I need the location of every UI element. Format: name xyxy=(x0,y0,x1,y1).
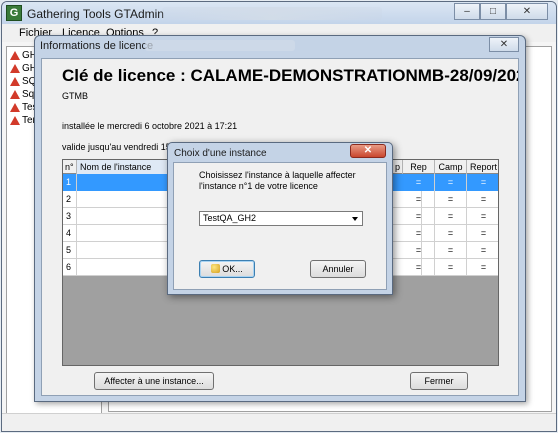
cell-number: 2 xyxy=(63,191,77,208)
col-header-rep[interactable]: Rep xyxy=(403,160,435,174)
cell-number: 3 xyxy=(63,208,77,225)
choose-message-line1: Choisissez l'instance à laquelle affecte… xyxy=(199,170,356,180)
close-button[interactable]: ✕ xyxy=(506,3,548,20)
instance-select[interactable]: TestQA_GH2 xyxy=(199,211,363,226)
cell-report: = xyxy=(480,194,487,204)
chevron-down-icon[interactable] xyxy=(352,217,358,221)
window-controls: – □ ✕ xyxy=(454,3,548,20)
col-header-camp[interactable]: Camp xyxy=(435,160,467,174)
choose-message-line2: l'instance n°1 de votre licence xyxy=(199,181,318,191)
gt-app-icon: G xyxy=(6,5,22,21)
ok-button[interactable]: OK... xyxy=(199,260,255,278)
cell-rep: = xyxy=(403,191,435,208)
warning-icon xyxy=(10,51,20,60)
cell-report: = xyxy=(480,262,487,272)
installed-date: installée le mercredi 6 octobre 2021 à 1… xyxy=(62,121,238,131)
cell-number: 4 xyxy=(63,225,77,242)
cell-camp: = xyxy=(435,259,467,276)
blurred-title-text xyxy=(145,40,295,51)
main-titlebar: G Gathering Tools GTAdmin – □ ✕ xyxy=(2,2,556,24)
assign-instance-button[interactable]: Affecter à une instance... xyxy=(94,372,214,390)
cell-number: 1 xyxy=(63,174,77,191)
col-header-instance-name[interactable]: Nom de l'instance xyxy=(77,160,177,174)
cell-rep: = xyxy=(403,259,435,276)
cell-camp: = xyxy=(435,208,467,225)
warning-icon xyxy=(10,90,20,99)
cell-rep: = xyxy=(403,208,435,225)
cell-number: 6 xyxy=(63,259,77,276)
col-header-number[interactable]: n° xyxy=(63,160,77,174)
license-dialog-title: Informations de licence xyxy=(40,40,154,52)
minimize-button[interactable]: – xyxy=(454,3,480,20)
choose-dialog-close-button[interactable]: ✕ xyxy=(350,144,386,158)
key-icon xyxy=(211,264,221,273)
cell-camp: = xyxy=(435,191,467,208)
cancel-button[interactable]: Annuler xyxy=(310,260,366,278)
maximize-button[interactable]: □ xyxy=(480,3,506,20)
tree-item[interactable]: Sql xyxy=(10,88,36,101)
license-code: GTMB xyxy=(62,91,88,101)
cell-camp: = xyxy=(435,174,467,191)
warning-icon xyxy=(10,77,20,86)
main-window-title: Gathering Tools GTAdmin xyxy=(27,7,164,21)
ok-button-label: OK... xyxy=(222,264,243,274)
license-key-heading: Clé de licence : CALAME-DEMONSTRATIONMB-… xyxy=(62,66,519,85)
cell-report: = xyxy=(467,174,498,191)
warning-icon xyxy=(10,103,20,112)
blurred-title-text xyxy=(162,7,382,20)
col-header-report[interactable]: Report xyxy=(467,160,498,174)
close-license-button[interactable]: Fermer xyxy=(410,372,468,390)
cell-number: 5 xyxy=(63,242,77,259)
license-dialog-titlebar: Informations de licence ✕ xyxy=(35,36,525,55)
cell-rep: = xyxy=(403,174,435,191)
choose-dialog-title: Choix d'une instance xyxy=(174,148,267,159)
tree-item[interactable]: Ter xyxy=(10,114,36,127)
status-bar xyxy=(2,413,556,431)
tree-item[interactable]: GH xyxy=(10,49,37,62)
cell-report: = xyxy=(480,245,487,255)
cell-report: = xyxy=(480,228,487,238)
cell-report: = xyxy=(480,211,487,221)
license-dialog-close-button[interactable]: ✕ xyxy=(489,37,519,52)
cell-camp: = xyxy=(435,242,467,259)
instance-select-value: TestQA_GH2 xyxy=(203,213,257,223)
cell-camp: = xyxy=(435,225,467,242)
choose-dialog-body: Choisissez l'instance à laquelle affecte… xyxy=(173,162,387,290)
warning-icon xyxy=(10,64,20,73)
cell-rep: = xyxy=(403,225,435,242)
warning-icon xyxy=(10,116,20,125)
tree-item[interactable]: SQ xyxy=(10,75,36,88)
cell-rep: = xyxy=(403,242,435,259)
tree-item[interactable]: GH xyxy=(10,62,37,75)
choose-instance-dialog: Choix d'une instance ✕ Choisissez l'inst… xyxy=(167,142,393,295)
